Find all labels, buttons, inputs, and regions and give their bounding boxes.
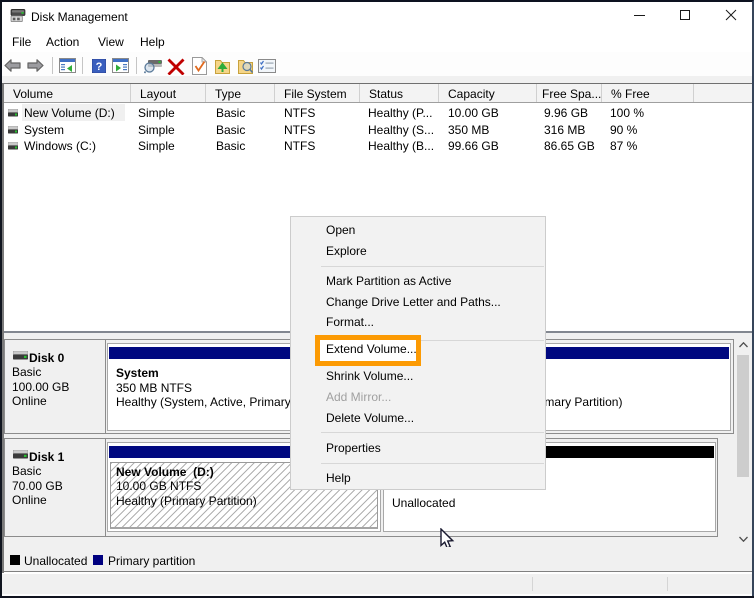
svg-text:?: ? (96, 61, 103, 73)
